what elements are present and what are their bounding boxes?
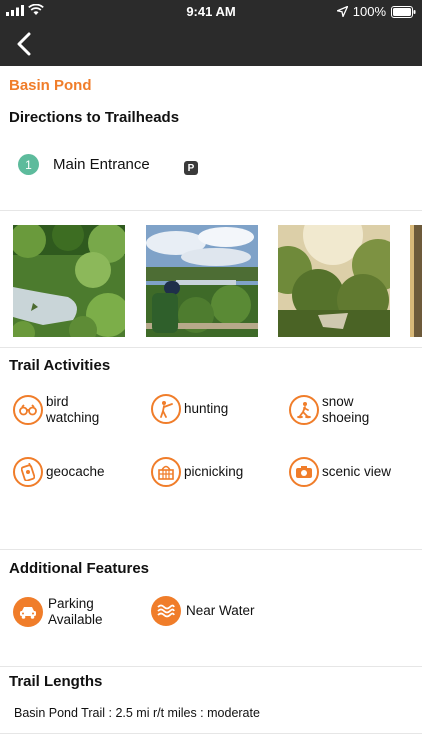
- trail-length-item: Basin Pond Trail : 2.5 mi r/t miles : mo…: [14, 706, 260, 720]
- hunter-icon: [151, 394, 181, 424]
- activity-label: picnicking: [184, 464, 244, 479]
- navigation-bar: [0, 22, 422, 66]
- status-bar: 9:41 AM 100%: [0, 0, 422, 22]
- feature-near-water: Near Water: [151, 596, 255, 626]
- activity-geocache[interactable]: geocache: [13, 457, 105, 487]
- photo-overlook[interactable]: [146, 225, 258, 337]
- activity-label: hunting: [184, 401, 229, 416]
- trail-lengths-title: Trail Lengths: [9, 673, 103, 690]
- entrance-main[interactable]: 1 Main Entrance: [18, 154, 150, 175]
- car-icon: [13, 597, 43, 627]
- features-title: Additional Features: [9, 560, 150, 577]
- activity-label: geocache: [46, 464, 105, 479]
- divider: [0, 347, 422, 348]
- activity-picnicking[interactable]: picnicking: [151, 457, 243, 487]
- chevron-left-icon: [17, 32, 31, 56]
- divider: [0, 210, 422, 211]
- location-arrow-icon: [336, 6, 348, 17]
- picnic-basket-icon: [151, 457, 181, 487]
- feature-parking-available: Parking Available: [13, 596, 103, 628]
- gps-device-icon: [13, 457, 43, 487]
- entrance-label: Main Entrance: [53, 156, 150, 173]
- photo-pond[interactable]: [13, 225, 125, 337]
- divider: [0, 666, 422, 667]
- camera-icon: [289, 457, 319, 487]
- directions-title: Directions to Trailheads: [9, 109, 180, 126]
- snowshoe-icon: [289, 395, 319, 425]
- back-button[interactable]: [10, 30, 38, 58]
- activity-scenic-view[interactable]: scenic view: [289, 457, 391, 487]
- activity-hunting[interactable]: hunting: [151, 394, 228, 424]
- feature-label: Parking Available: [48, 596, 103, 627]
- water-waves-icon: [151, 596, 181, 626]
- feature-label: Near Water: [186, 603, 255, 618]
- divider: [0, 549, 422, 550]
- activity-label: snow shoeing: [322, 394, 370, 425]
- activities-title: Trail Activities: [9, 357, 111, 374]
- activity-label: scenic view: [322, 464, 392, 479]
- activity-label: bird watching: [46, 394, 100, 425]
- photo-partial[interactable]: [410, 225, 422, 337]
- status-right: 100%: [336, 4, 416, 19]
- entrance-number-badge: 1: [18, 154, 39, 175]
- battery-percent: 100%: [352, 4, 386, 19]
- photo-forest[interactable]: [278, 225, 390, 337]
- parking-badge-icon: P: [184, 161, 198, 175]
- divider: [0, 733, 422, 734]
- park-name: Basin Pond: [9, 77, 92, 94]
- battery-icon: [391, 5, 416, 18]
- activity-snow-shoeing[interactable]: snow shoeing: [289, 394, 369, 426]
- binoculars-icon: [13, 395, 43, 425]
- activity-bird-watching[interactable]: bird watching: [13, 394, 99, 426]
